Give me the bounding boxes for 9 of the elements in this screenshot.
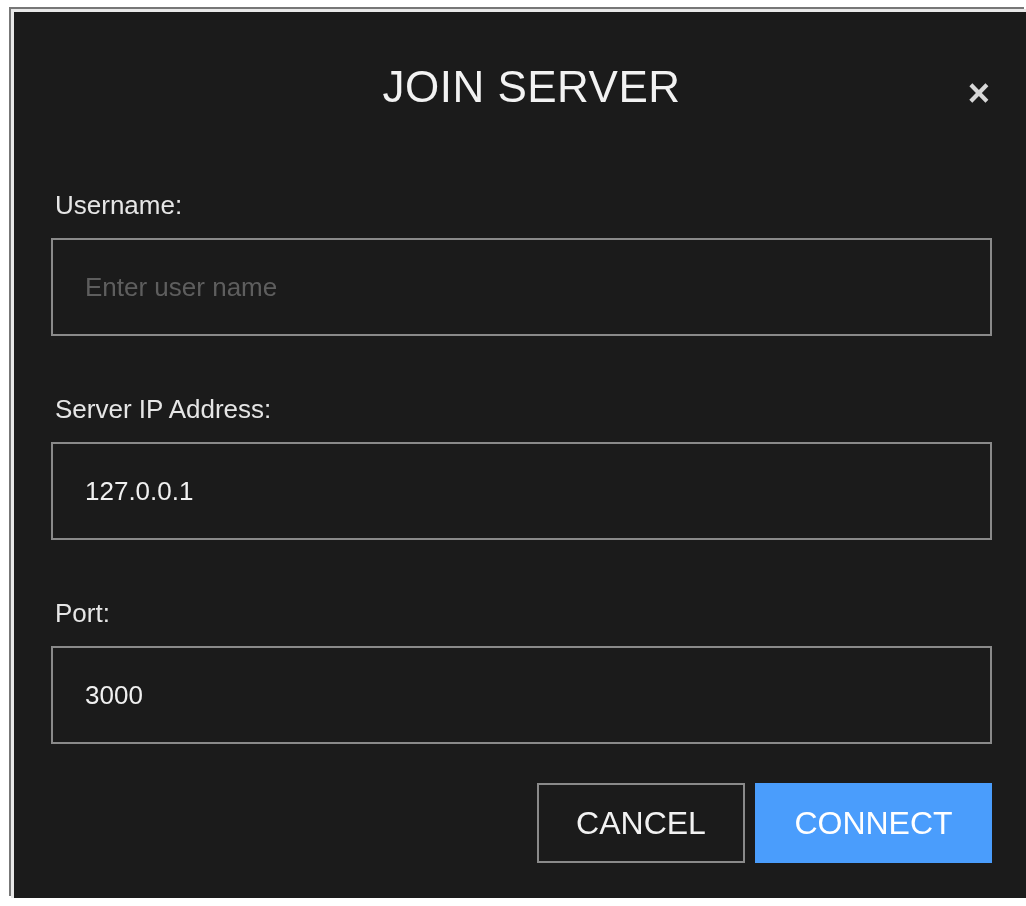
field-label: Port: bbox=[55, 598, 110, 629]
cancel-button[interactable]: CANCEL bbox=[537, 783, 745, 863]
input-field[interactable]: 3000 bbox=[51, 646, 992, 744]
field-label: Server IP Address: bbox=[55, 394, 272, 425]
close-button[interactable]: × bbox=[965, 74, 992, 112]
field-label: Username: bbox=[55, 190, 183, 221]
input-field[interactable]: Enter user name bbox=[51, 238, 992, 336]
dialog-title: JOIN SERVER bbox=[382, 62, 681, 112]
input-field[interactable]: 127.0.0.1 bbox=[51, 442, 992, 540]
